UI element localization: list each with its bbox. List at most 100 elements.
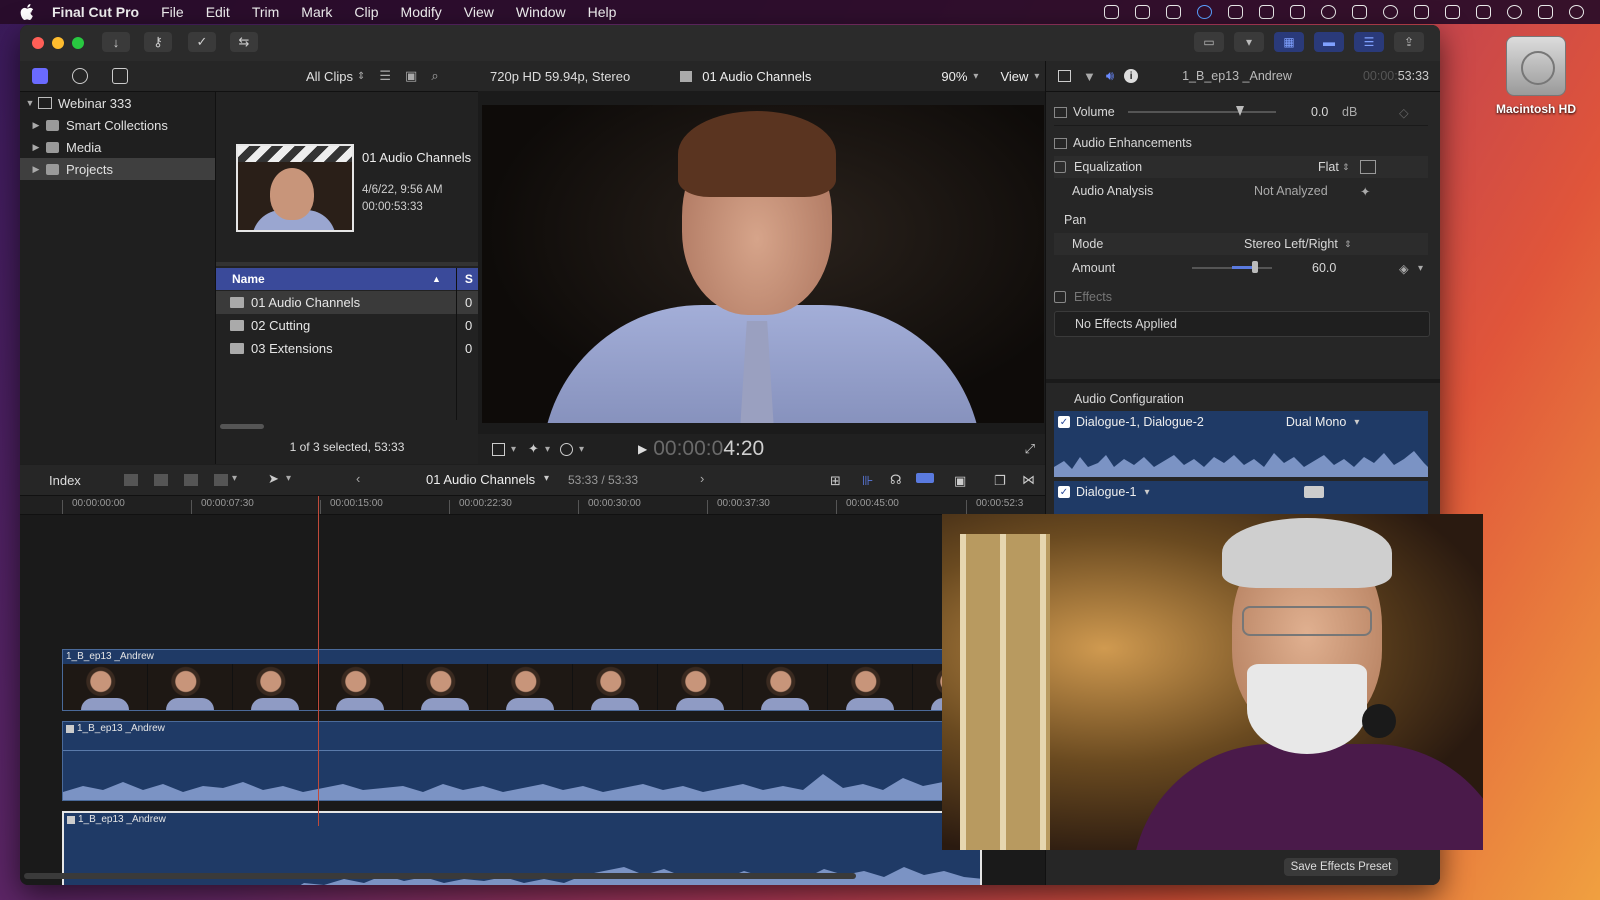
chevron-down-icon[interactable]: ▾ bbox=[232, 473, 237, 484]
disclosure-closed-icon[interactable]: ▶ bbox=[30, 164, 42, 175]
keyframe-icon[interactable]: ◇ bbox=[1399, 105, 1409, 120]
search-icon[interactable] bbox=[1507, 5, 1522, 19]
share-button[interactable]: ⇪ bbox=[1394, 32, 1424, 52]
effects-checkbox[interactable] bbox=[1054, 291, 1066, 303]
chevron-down-icon[interactable]: ▾ bbox=[1418, 263, 1423, 274]
transform-icon[interactable] bbox=[492, 442, 505, 456]
apple-icon[interactable] bbox=[18, 3, 36, 21]
browser-toggle[interactable]: ▦ bbox=[1274, 32, 1304, 52]
insert-icon[interactable] bbox=[154, 474, 168, 486]
skimming-icon[interactable]: ⊞ bbox=[830, 473, 841, 489]
photos-icon[interactable] bbox=[72, 68, 88, 84]
magic-wand-icon[interactable]: ✦ bbox=[528, 441, 539, 457]
sidebar-item-smart-collections[interactable]: ▶ Smart Collections bbox=[20, 114, 215, 136]
audio-skimming-icon[interactable]: ⊪ bbox=[862, 473, 873, 489]
column-s[interactable]: S bbox=[465, 272, 473, 286]
menu-trim[interactable]: Trim bbox=[252, 4, 279, 20]
select-tool-icon[interactable]: ➤ bbox=[268, 471, 279, 487]
fullscreen-icon[interactable]: ⤢ bbox=[1025, 441, 1035, 457]
sidebar-item-projects[interactable]: ▶ Projects bbox=[20, 158, 215, 180]
menu-mark[interactable]: Mark bbox=[301, 4, 332, 20]
keywords-button[interactable]: ⚷ bbox=[144, 32, 172, 52]
append-icon[interactable] bbox=[184, 474, 198, 486]
clock-icon[interactable] bbox=[1383, 5, 1398, 19]
menu-app-name[interactable]: Final Cut Pro bbox=[52, 4, 139, 20]
disclosure-open-icon[interactable]: ▼ bbox=[24, 98, 36, 108]
tray-icon-4[interactable] bbox=[1197, 5, 1212, 19]
column-divider[interactable] bbox=[456, 268, 457, 420]
timeline-toggle[interactable]: ▬ bbox=[1314, 32, 1344, 52]
browser-scrollbar[interactable] bbox=[220, 424, 264, 429]
chevron-down-icon[interactable]: ▾ bbox=[286, 473, 291, 484]
project-thumbnail[interactable] bbox=[236, 144, 354, 232]
library-webinar[interactable]: ▼ Webinar 333 bbox=[20, 92, 215, 114]
config-mode-dropdown[interactable]: Dual Mono bbox=[1286, 415, 1346, 429]
view-dropdown[interactable]: View bbox=[1000, 69, 1028, 84]
pan-mode-dropdown[interactable]: Stereo Left/Right bbox=[1244, 237, 1338, 251]
connect-icon[interactable] bbox=[124, 474, 138, 486]
menu-edit[interactable]: Edit bbox=[206, 4, 230, 20]
minimize-button[interactable] bbox=[52, 37, 64, 49]
list-item[interactable]: 01 Audio Channels 0 bbox=[216, 291, 478, 314]
timecode-display[interactable]: 4:20 bbox=[723, 437, 764, 461]
clip-filter-dropdown[interactable]: All Clips bbox=[306, 69, 353, 84]
timeline-scrollbar[interactable] bbox=[24, 873, 856, 879]
browser-divider[interactable] bbox=[216, 262, 478, 266]
save-effects-preset-button[interactable]: Save Effects Preset bbox=[1284, 858, 1398, 876]
menu-help[interactable]: Help bbox=[588, 4, 617, 20]
audio-clip[interactable]: 1_B_ep13 _Andrew bbox=[62, 721, 962, 801]
menu-view[interactable]: View bbox=[464, 4, 494, 20]
equalization-checkbox[interactable] bbox=[1054, 161, 1066, 173]
list-item[interactable]: 03 Extensions 0 bbox=[216, 337, 478, 360]
tray-icon-6[interactable] bbox=[1259, 5, 1274, 19]
chevron-down-icon[interactable]: ▾ bbox=[511, 444, 516, 455]
speed-icon[interactable] bbox=[559, 442, 573, 456]
workspace-button[interactable]: ▭ bbox=[1194, 32, 1224, 52]
snapping-icon[interactable] bbox=[916, 473, 934, 483]
volume-value[interactable]: 0.0 bbox=[1311, 105, 1328, 119]
wifi-icon[interactable] bbox=[1445, 5, 1460, 19]
clip-appearance-icon[interactable]: ☰ bbox=[379, 68, 391, 84]
config-role-1[interactable]: ✓ Dialogue-1, Dialogue-2 Dual Mono ▾ bbox=[1054, 411, 1428, 477]
chevron-down-icon[interactable]: ▾ bbox=[544, 473, 549, 484]
config-checkbox[interactable]: ✓ bbox=[1058, 416, 1070, 428]
menu-modify[interactable]: Modify bbox=[401, 4, 442, 20]
siri-icon[interactable] bbox=[1569, 5, 1584, 19]
inspector-divider[interactable] bbox=[1046, 379, 1440, 383]
amount-value[interactable]: 60.0 bbox=[1312, 261, 1336, 275]
tray-icon-3[interactable] bbox=[1166, 5, 1181, 19]
bluetooth-icon[interactable] bbox=[1290, 5, 1305, 19]
keyframe-icon[interactable]: ◈ bbox=[1399, 261, 1409, 276]
timeline-project-name[interactable]: 01 Audio Channels bbox=[426, 472, 535, 487]
menu-file[interactable]: File bbox=[161, 4, 184, 20]
headphones-icon[interactable]: ☊ bbox=[890, 472, 902, 488]
list-item[interactable]: 02 Cutting 0 bbox=[216, 314, 478, 337]
volume-icon[interactable] bbox=[1352, 5, 1367, 19]
back-arrow-icon[interactable]: ‹ bbox=[356, 471, 360, 486]
import-button[interactable]: ↓ bbox=[102, 32, 130, 52]
battery-icon[interactable] bbox=[1414, 5, 1429, 19]
libraries-icon[interactable] bbox=[32, 68, 48, 84]
viewer-video-frame[interactable] bbox=[482, 105, 1044, 423]
play-icon[interactable]: ▶ bbox=[638, 442, 647, 456]
column-name[interactable]: Name bbox=[232, 272, 432, 286]
browser-search-icon[interactable]: ⌕ bbox=[431, 68, 438, 84]
eq-dropdown[interactable]: Flat bbox=[1318, 160, 1339, 174]
video-inspector-icon[interactable] bbox=[1058, 70, 1071, 82]
tray-icon-2[interactable] bbox=[1135, 5, 1150, 19]
moon-icon[interactable] bbox=[1321, 5, 1336, 19]
config-checkbox[interactable]: ✓ bbox=[1058, 486, 1070, 498]
magic-wand-icon[interactable]: ✦ bbox=[1360, 184, 1370, 199]
menu-clip[interactable]: Clip bbox=[354, 4, 378, 20]
close-button[interactable] bbox=[32, 37, 44, 49]
overwrite-icon[interactable] bbox=[214, 474, 228, 486]
eject-icon[interactable] bbox=[1476, 5, 1491, 19]
playhead[interactable] bbox=[318, 496, 319, 826]
volume-slider[interactable] bbox=[1128, 111, 1276, 113]
workspace-chevron-icon[interactable]: ▾ bbox=[1234, 32, 1264, 52]
clip-appearance-icon[interactable]: ▣ bbox=[954, 473, 966, 489]
info-inspector-icon[interactable]: i bbox=[1124, 69, 1139, 83]
disclosure-closed-icon[interactable]: ▶ bbox=[30, 120, 42, 131]
background-tasks-button[interactable]: ✓ bbox=[188, 32, 216, 52]
zoom-dropdown[interactable]: 90% bbox=[941, 69, 967, 84]
